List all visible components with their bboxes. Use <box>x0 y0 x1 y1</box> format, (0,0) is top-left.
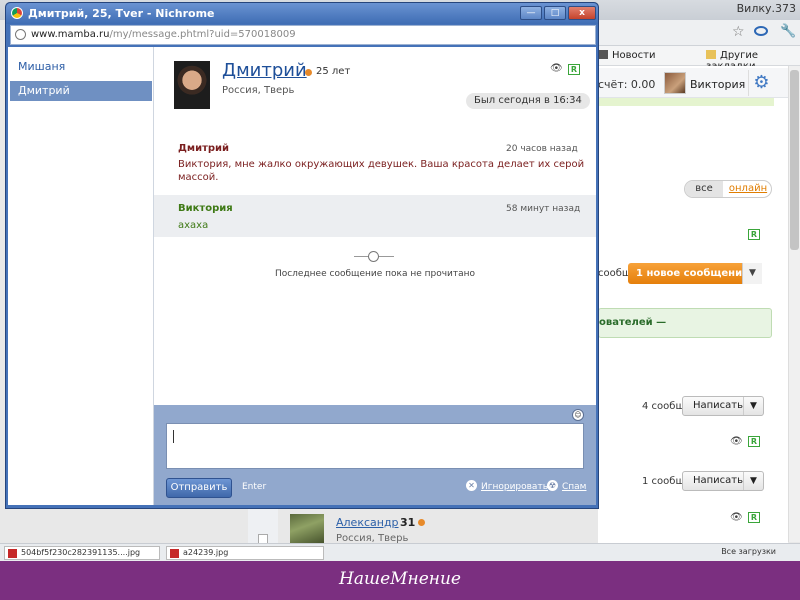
message-text: Виктория, мне жалко окружающих девушек. … <box>178 159 585 170</box>
close-button[interactable]: x <box>568 6 596 20</box>
profile-location: Россия, Тверь <box>222 85 295 96</box>
profile-age: 25 лет <box>316 66 351 77</box>
message-time: 58 минут назад <box>506 204 581 214</box>
rating-badge-icon: R <box>748 512 760 523</box>
new-message-button[interactable]: 1 новое сообщение ▼ <box>628 263 762 284</box>
browser-logo-icon <box>11 7 23 19</box>
online-filter-toggle[interactable]: все онлайн <box>684 180 772 198</box>
spam-icon[interactable]: ☢ <box>547 480 558 491</box>
folder-icon <box>706 50 716 59</box>
clock-icon <box>368 251 379 262</box>
profile-name[interactable]: Александр <box>336 516 399 529</box>
minimize-button[interactable]: — <box>520 6 542 20</box>
url-host: www.mamba.ru <box>31 29 110 40</box>
text-caret <box>173 430 174 443</box>
notice-bar <box>598 98 774 106</box>
message-input[interactable] <box>166 423 584 469</box>
write-button-label: Написать <box>693 400 744 411</box>
bookmark-news[interactable]: Новости <box>598 50 655 61</box>
ignore-link[interactable]: Игнорировать <box>481 482 548 492</box>
profile-photo[interactable] <box>290 514 324 546</box>
profile-age: 31 <box>400 516 416 529</box>
tab-counter: Вилку.373 <box>736 2 796 15</box>
wrench-icon[interactable]: 🔧 <box>780 24 796 39</box>
filter-all[interactable]: все <box>685 181 723 197</box>
chat-popup-window: Дмитрий, 25, Tver - Nichrome — □ x www.m… <box>5 2 599 509</box>
send-button[interactable]: Отправить <box>166 478 232 498</box>
avatar[interactable] <box>174 61 210 109</box>
enter-hint: Enter <box>242 482 267 492</box>
downloads-bar: 504bf5f230c282391135....jpg a24239.jpg В… <box>0 543 800 561</box>
users-banner: ователей — <box>598 308 772 338</box>
all-downloads-link[interactable]: Все загрузки <box>721 547 776 556</box>
write-button-label: Написать <box>693 475 744 486</box>
bookmarks-bar: Новости Другие закладки <box>598 46 800 72</box>
message-author[interactable]: Виктория <box>178 203 233 214</box>
chevron-down-icon[interactable]: ▼ <box>743 472 763 490</box>
chevron-down-icon[interactable]: ▼ <box>743 397 763 415</box>
message-text: ахаха <box>178 220 209 231</box>
last-seen-badge: Был сегодня в 16:34 <box>466 93 590 109</box>
binoculars-icon[interactable]: 👁 <box>730 436 743 447</box>
message-text: массой. <box>178 172 219 183</box>
chevron-down-icon[interactable]: ▼ <box>742 263 762 284</box>
eye-icon[interactable] <box>754 26 768 36</box>
message-highlight <box>154 195 596 237</box>
url-path: /my/message.phtml?uid=570018009 <box>109 29 296 40</box>
unread-notice: Последнее сообщение пока не прочитано <box>274 269 476 279</box>
download-item[interactable]: 504bf5f230c282391135....jpg <box>4 546 160 560</box>
scrollbar-thumb[interactable] <box>790 70 799 250</box>
new-message-label: 1 новое сообщение <box>636 268 749 279</box>
rating-badge-icon: R <box>748 229 760 240</box>
browser-toolbar <box>598 20 800 46</box>
avatar[interactable] <box>664 72 686 94</box>
zodiac-icon <box>418 519 425 526</box>
users-banner-text: ователей — <box>599 317 667 328</box>
site-header: счёт: 0.00 Виктория ⚙ <box>598 68 788 98</box>
spam-link[interactable]: Спам <box>562 482 586 492</box>
profile-name[interactable]: Дмитрий <box>222 60 307 81</box>
rating-badge-icon: R <box>748 436 760 447</box>
zodiac-icon <box>305 69 312 76</box>
bookmark-star-icon[interactable]: ☆ <box>732 24 745 40</box>
address-bar[interactable]: www.mamba.ru/my/message.phtml?uid=570018… <box>10 25 596 45</box>
binoculars-icon[interactable]: 👁 <box>550 63 563 74</box>
write-button[interactable]: Написать ▼ <box>682 396 764 416</box>
conversation: Дмитрий 25 лет Россия, Тверь 👁 R Был сег… <box>154 47 596 405</box>
filter-online[interactable]: онлайн <box>725 181 771 197</box>
window-titlebar[interactable]: Дмитрий, 25, Tver - Nichrome — □ x <box>6 3 598 24</box>
popup-content: Мишаня Дмитрий Дмитрий 25 лет Россия, Тв… <box>8 47 596 505</box>
user-name[interactable]: Виктория <box>690 78 745 91</box>
balance: счёт: 0.00 <box>598 78 656 91</box>
write-button[interactable]: Написать ▼ <box>682 471 764 491</box>
binoculars-icon[interactable]: 👁 <box>730 512 743 523</box>
download-item[interactable]: a24239.jpg <box>166 546 324 560</box>
ignore-icon[interactable]: ✕ <box>466 480 477 491</box>
gear-icon[interactable]: ⚙ <box>748 70 774 96</box>
site-logo: НашеМнение <box>339 569 461 589</box>
message-time: 20 часов назад <box>506 144 578 154</box>
contact-list: Мишаня Дмитрий <box>8 47 154 505</box>
globe-icon <box>15 29 26 40</box>
rating-badge-icon: R <box>568 64 580 75</box>
maximize-button[interactable]: □ <box>544 6 566 20</box>
message-author[interactable]: Дмитрий <box>178 143 229 154</box>
compose-area: ☺ Отправить Enter ✕ Игнорировать ☢ Спам <box>154 405 596 505</box>
smiley-icon[interactable]: ☺ <box>572 409 584 421</box>
contact-item-dmitry[interactable]: Дмитрий <box>10 81 152 101</box>
contact-item-mishanya[interactable]: Мишаня <box>10 57 152 77</box>
watermark-footer: НашеМнение <box>0 561 800 600</box>
window-title: Дмитрий, 25, Tver - Nichrome <box>28 7 215 20</box>
news-icon <box>598 50 608 59</box>
